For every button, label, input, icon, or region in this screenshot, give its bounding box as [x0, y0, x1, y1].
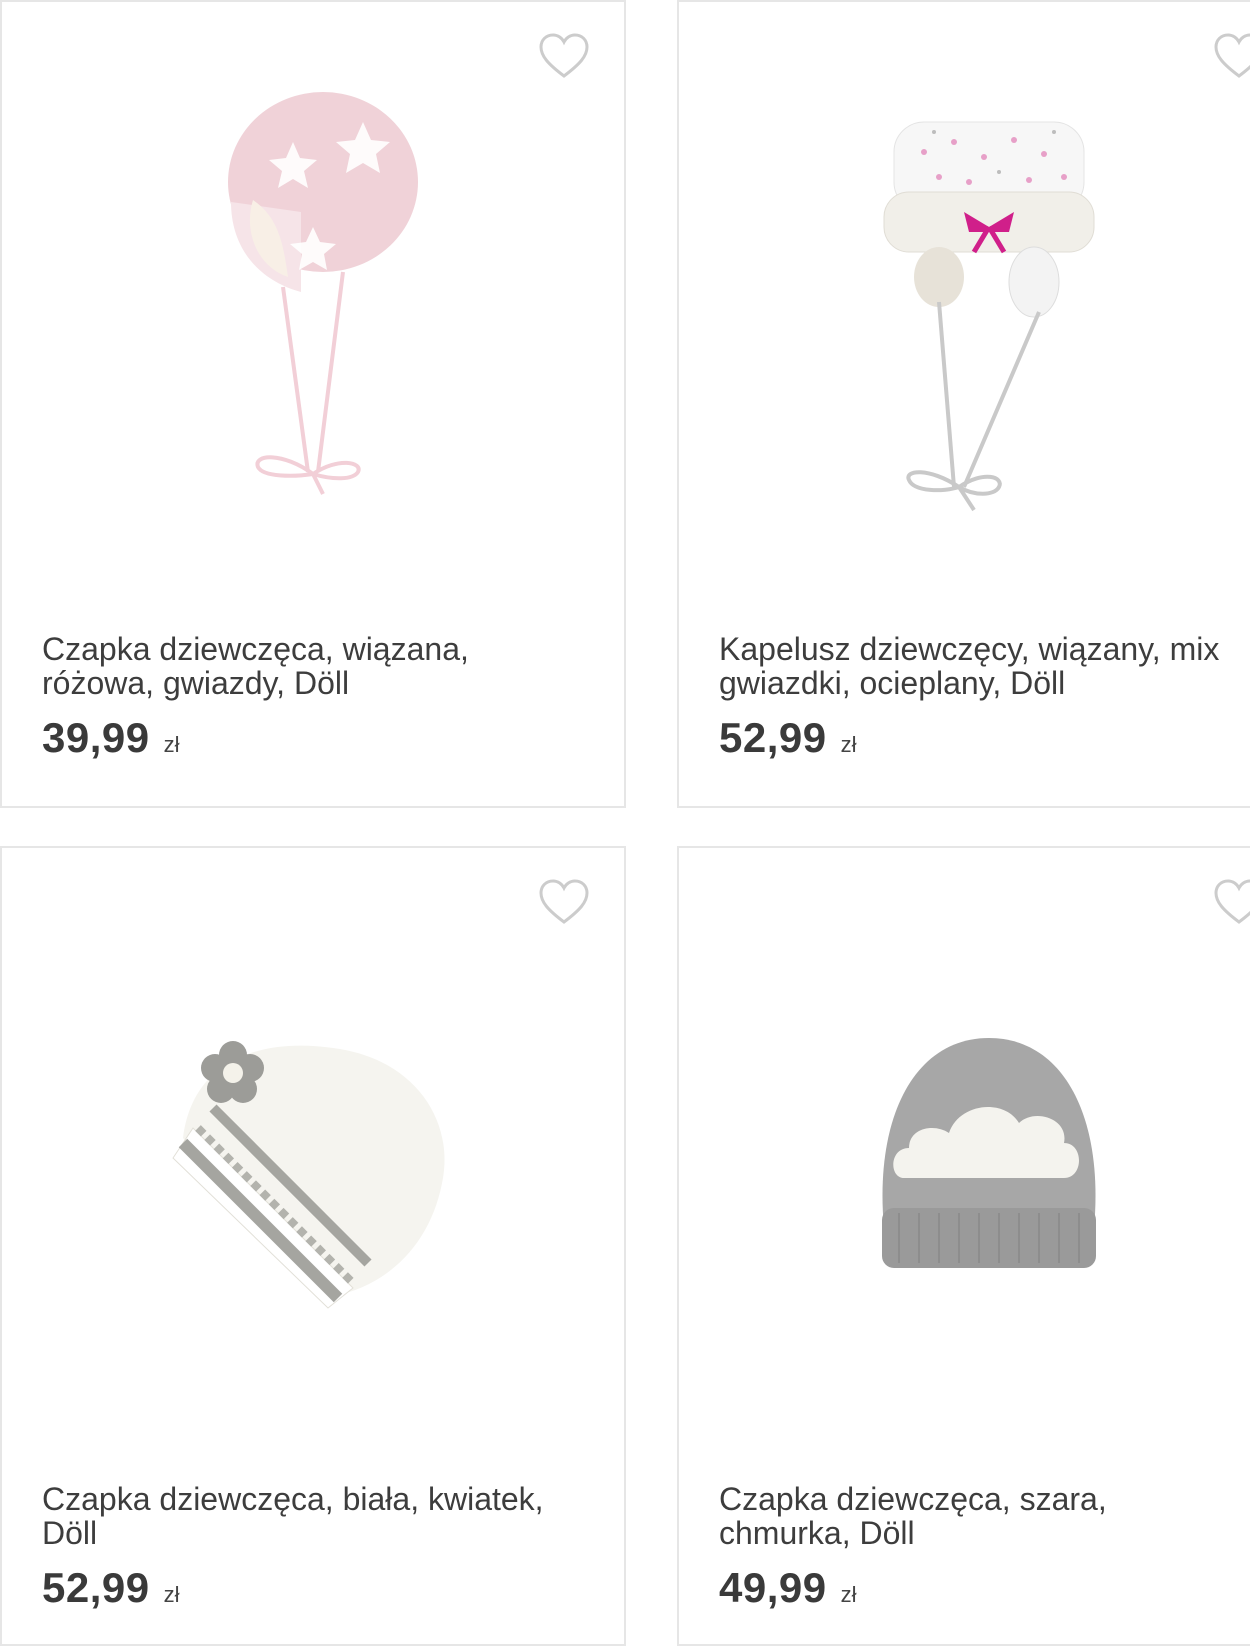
heart-outline-icon[interactable]: [538, 878, 590, 926]
product-price: 52,99: [719, 714, 827, 761]
product-card[interactable]: Czapka dziewczęca, szara, chmurka, Döll …: [677, 846, 1250, 1646]
price-row: 52,99 zł: [719, 714, 857, 762]
product-title[interactable]: Czapka dziewczęca, biała, kwiatek, Döll: [42, 1482, 614, 1550]
currency-label: zł: [840, 732, 857, 757]
product-image[interactable]: [679, 928, 1250, 1448]
heart-outline-icon[interactable]: [1213, 878, 1250, 926]
price-row: 39,99 zł: [42, 714, 180, 762]
heart-outline-icon[interactable]: [1213, 32, 1250, 80]
heart-outline-icon[interactable]: [538, 32, 590, 80]
price-row: 52,99 zł: [42, 1564, 180, 1612]
price-row: 49,99 zł: [719, 1564, 857, 1612]
currency-label: zł: [163, 732, 180, 757]
product-card[interactable]: Kapelusz dziewczęcy, wiązany, mix gwiazd…: [677, 0, 1250, 808]
product-image[interactable]: [2, 82, 624, 602]
currency-label: zł: [163, 1582, 180, 1607]
product-card[interactable]: Czapka dziewczęca, wiązana, różowa, gwia…: [0, 0, 626, 808]
product-image[interactable]: [2, 928, 624, 1448]
product-title[interactable]: Czapka dziewczęca, wiązana, różowa, gwia…: [42, 632, 614, 700]
product-title[interactable]: Kapelusz dziewczęcy, wiązany, mix gwiazd…: [719, 632, 1250, 700]
product-price: 52,99: [42, 1564, 150, 1611]
product-card[interactable]: Czapka dziewczęca, biała, kwiatek, Döll …: [0, 846, 626, 1646]
product-price: 49,99: [719, 1564, 827, 1611]
product-title[interactable]: Czapka dziewczęca, szara, chmurka, Döll: [719, 1482, 1250, 1550]
currency-label: zł: [840, 1582, 857, 1607]
product-image[interactable]: [679, 82, 1250, 602]
product-price: 39,99: [42, 714, 150, 761]
